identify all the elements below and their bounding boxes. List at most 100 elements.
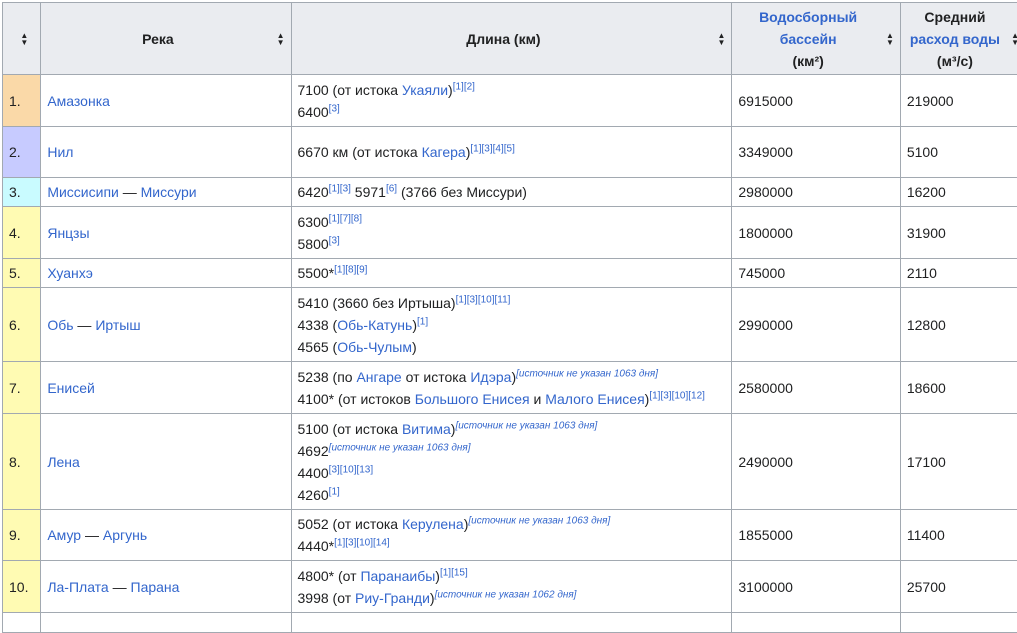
length-text: 3998 (от xyxy=(298,590,355,606)
river-link[interactable]: Янцзы xyxy=(47,225,89,241)
river-link[interactable]: Ла-Плата xyxy=(47,579,108,595)
citation-link[interactable]: [3][10][13] xyxy=(329,464,373,475)
river-header-label: Река xyxy=(142,31,174,47)
citation-link[interactable]: [3] xyxy=(329,235,340,246)
sort-icon[interactable]: ▲▼ xyxy=(277,32,285,46)
sort-icon[interactable]: ▲▼ xyxy=(20,32,28,46)
river-cell: Амазонка xyxy=(41,75,291,127)
river-link[interactable]: Обь xyxy=(47,317,73,333)
river-link[interactable]: Миссисипи xyxy=(47,184,119,200)
river-cell: Ла-Плата — Парана xyxy=(41,561,291,613)
citation-needed-link[interactable]: [источник не указан 1063 дня] xyxy=(468,515,610,526)
river-header[interactable]: Река ▲▼ xyxy=(41,3,291,75)
separator: — xyxy=(74,317,96,333)
rank-header[interactable]: ▲▼ xyxy=(3,3,41,75)
citation-needed-link[interactable]: [источник не указан 1063 дня] xyxy=(455,420,597,431)
river-cell: Енисей xyxy=(41,362,291,414)
river-link[interactable]: Обь-Чулым xyxy=(337,339,412,355)
sort-icon[interactable]: ▲▼ xyxy=(717,32,725,46)
length-text: 4100* (от истоков xyxy=(298,391,415,407)
length-text: 4565 ( xyxy=(298,339,338,355)
river-link[interactable]: Енисей xyxy=(47,380,95,396)
flow-cell: 12800 xyxy=(900,288,1017,362)
river-link[interactable]: Аргунь xyxy=(103,527,147,543)
length-header-label: Длина (км) xyxy=(466,31,540,47)
citation-link[interactable]: [1][3][10][14] xyxy=(334,537,390,548)
citation-link[interactable]: [3] xyxy=(329,103,340,114)
rank-cell xyxy=(3,613,41,633)
sort-icon[interactable]: ▲▼ xyxy=(1011,32,1017,46)
river-link[interactable]: Парана xyxy=(131,579,180,595)
length-text: 5238 (по xyxy=(298,369,357,385)
citation-link[interactable]: [6] xyxy=(386,183,397,194)
river-link[interactable]: Ангаре xyxy=(356,369,401,385)
flow-cell: 5100 xyxy=(900,127,1017,178)
river-link[interactable]: Амур xyxy=(47,527,81,543)
length-text: ) xyxy=(412,339,417,355)
basin-cell: 2490000 xyxy=(732,414,900,510)
river-link[interactable]: Укаяли xyxy=(402,82,448,98)
length-text: 4400 xyxy=(298,465,329,481)
river-cell: Обь — Иртыш xyxy=(41,288,291,362)
length-text: и xyxy=(530,391,546,407)
citation-link[interactable]: [1][15] xyxy=(440,567,468,578)
river-link[interactable]: Лена xyxy=(47,454,80,470)
citation-needed-link[interactable]: [источник не указан 1063 дня] xyxy=(329,442,471,453)
length-text: 5410 (3660 без Иртыша) xyxy=(298,295,456,311)
length-cell: 5100 (от истока Витима)[источник не указ… xyxy=(291,414,732,510)
river-link[interactable]: Витима xyxy=(402,421,451,437)
river-link[interactable]: Большого Енисея xyxy=(415,391,530,407)
river-link[interactable]: Риу-Гранди xyxy=(355,590,430,606)
table-row: 8. Лена 5100 (от истока Витима)[источник… xyxy=(3,414,1017,510)
citation-link[interactable]: [1][3][10][12] xyxy=(649,390,705,401)
length-cell xyxy=(291,613,732,633)
river-link[interactable]: Кагера xyxy=(422,144,466,160)
basin-link[interactable]: Водосборный бассейн xyxy=(753,6,863,50)
citation-needed-link[interactable]: [источник не указан 1062 дня] xyxy=(435,589,577,600)
river-link[interactable]: Иртыш xyxy=(95,317,140,333)
river-link[interactable]: Обь-Катунь xyxy=(337,317,412,333)
river-link[interactable]: Идэра xyxy=(470,369,511,385)
table-row: 3. Миссисипи — Миссури 6420[1][3] 5971[6… xyxy=(3,178,1017,207)
river-link[interactable]: Малого Енисея xyxy=(545,391,644,407)
table-row: 10. Ла-Плата — Парана 4800* (от Паранаиб… xyxy=(3,561,1017,613)
citation-link[interactable]: [1][3][10][11] xyxy=(456,294,511,305)
basin-cell: 6915000 xyxy=(732,75,900,127)
length-text: 6420 xyxy=(298,184,329,200)
length-cell: 5410 (3660 без Иртыша)[1][3][10][11] 433… xyxy=(291,288,732,362)
river-link[interactable]: Паранаибы xyxy=(360,568,435,584)
length-text: 6400 xyxy=(298,104,329,120)
length-text: 5500* xyxy=(298,265,335,281)
river-link[interactable]: Хуанхэ xyxy=(47,265,93,281)
flow-link[interactable]: расход воды xyxy=(907,28,1003,50)
length-text: (3766 без Миссури) xyxy=(397,184,527,200)
flow-header[interactable]: Средний расход воды (м³/с) ▲▼ xyxy=(900,3,1017,75)
river-cell xyxy=(41,613,291,633)
basin-header[interactable]: Водосборный бассейн (км²) ▲▼ xyxy=(732,3,900,75)
citation-link[interactable]: [1][2] xyxy=(453,81,475,92)
rank-cell: 4. xyxy=(3,207,41,259)
river-link[interactable]: Миссури xyxy=(141,184,197,200)
citation-link[interactable]: [1][7][8] xyxy=(329,213,362,224)
length-cell: 4800* (от Паранаибы)[1][15] 3998 (от Риу… xyxy=(291,561,732,613)
length-cell: 6420[1][3] 5971[6] (3766 без Миссури) xyxy=(291,178,732,207)
length-header[interactable]: Длина (км) ▲▼ xyxy=(291,3,732,75)
citation-link[interactable]: [1] xyxy=(417,316,428,327)
citation-needed-link[interactable]: [источник не указан 1063 дня] xyxy=(516,368,658,379)
river-link[interactable]: Керулена xyxy=(402,516,464,532)
river-link[interactable]: Амазонка xyxy=(47,93,110,109)
river-link[interactable]: Нил xyxy=(47,144,73,160)
length-text: 7100 (от истока xyxy=(298,82,402,98)
rank-cell: 8. xyxy=(3,414,41,510)
length-text: 4440* xyxy=(298,538,335,554)
citation-link[interactable]: [1][8][9] xyxy=(334,264,367,275)
length-cell: 7100 (от истока Укаяли)[1][2] 6400[3] xyxy=(291,75,732,127)
river-cell: Хуанхэ xyxy=(41,259,291,288)
citation-link[interactable]: [1] xyxy=(329,486,340,497)
citation-link[interactable]: [1][3] xyxy=(329,183,351,194)
citation-link[interactable]: [1][3][4][5] xyxy=(470,143,514,154)
table-row: 4. Янцзы 6300[1][7][8] 5800[3] 1800000 3… xyxy=(3,207,1017,259)
length-text: 6300 xyxy=(298,214,329,230)
sort-icon[interactable]: ▲▼ xyxy=(886,32,894,46)
flow-cell: 31900 xyxy=(900,207,1017,259)
